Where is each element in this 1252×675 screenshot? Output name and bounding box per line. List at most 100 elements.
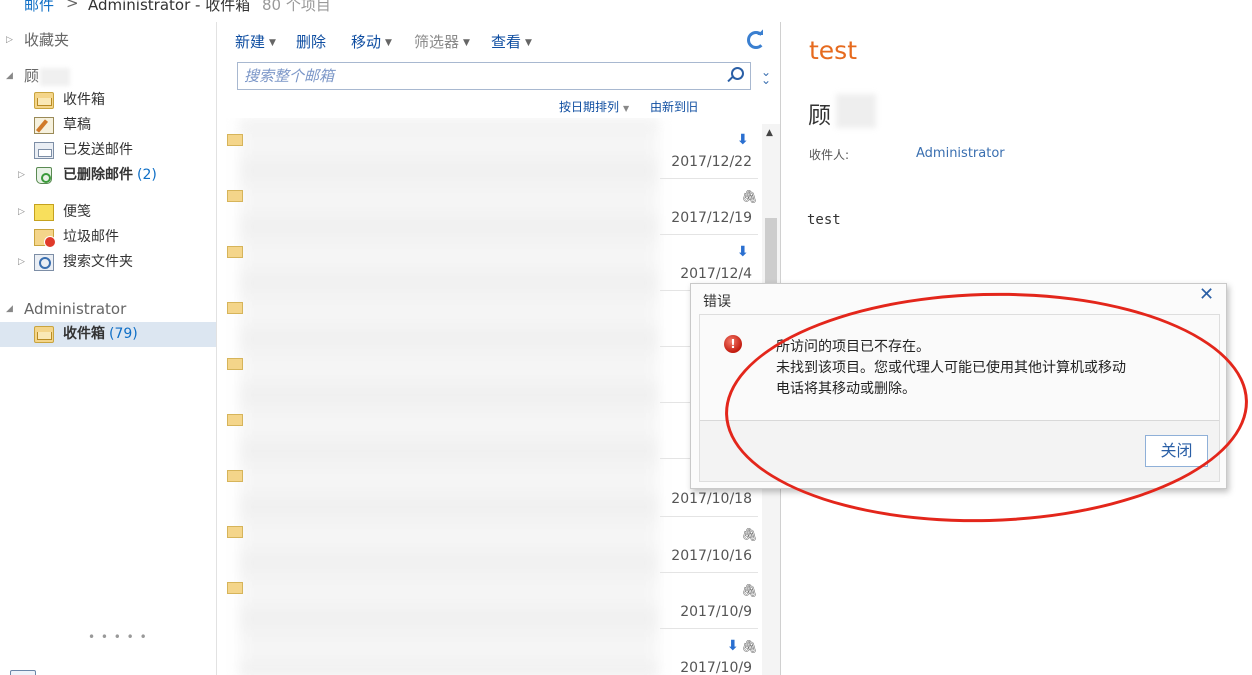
move-button[interactable]: 移动 ▼ <box>351 31 392 52</box>
caret-down-icon: ▼ <box>463 38 470 48</box>
admin-label: Administrator <box>24 300 127 318</box>
recipient-value[interactable]: Administrator <box>916 146 1005 161</box>
folder-search[interactable]: ▷ 搜索文件夹 <box>0 250 216 275</box>
error-dialog: 错误 ✕ ! 所访问的项目已不存在。 未找到该项目。您或代理人可能已使用其他计算… <box>690 283 1227 489</box>
folder-notes[interactable]: ▷ 便笺 <box>0 200 216 225</box>
dialog-message-area: ! 所访问的项目已不存在。 未找到该项目。您或代理人可能已使用其他计算机或移动 … <box>700 315 1219 421</box>
caret-down-icon: ▼ <box>623 104 630 113</box>
account-header[interactable]: ◢ 顾 <box>0 64 216 89</box>
error-message: 所访问的项目已不存在。 未找到该项目。您或代理人可能已使用其他计算机或移动 电话… <box>776 337 1206 400</box>
attachment-icon: 🖇 <box>741 584 758 599</box>
message-date: 2017/12/19 <box>671 210 752 226</box>
expand-triangle-icon[interactable]: ▷ <box>18 250 25 275</box>
redacted-name <box>40 68 70 86</box>
dialog-body: ! 所访问的项目已不存在。 未找到该项目。您或代理人可能已使用其他计算机或移动 … <box>699 314 1220 482</box>
caret-down-icon: ▼ <box>385 38 392 48</box>
close-icon[interactable]: ✕ <box>1199 284 1214 305</box>
folder-label: 收件箱 (79) <box>63 326 138 342</box>
inbox-folder-icon <box>34 326 54 343</box>
new-button[interactable]: 新建 ▼ <box>235 31 276 52</box>
message-envelope-icon <box>227 526 243 538</box>
folder-label: 已发送邮件 <box>63 142 133 158</box>
folder-drafts[interactable]: 草稿 <box>0 113 216 138</box>
folder-sent[interactable]: 已发送邮件 <box>0 138 216 163</box>
row-divider <box>660 234 758 235</box>
folder-junk[interactable]: 垃圾邮件 <box>0 225 216 250</box>
mail-module-button[interactable]: 邮件 <box>0 664 216 675</box>
folder-navigation: ▷ 收藏夹 ◢ 顾 收件箱 草稿 已发送邮件 ▷ 已删除邮件 (2) ▷ 便笺 … <box>0 22 216 675</box>
message-date: 2017/10/9 <box>680 660 752 675</box>
search-icon[interactable] <box>731 67 744 80</box>
dialog-title: 错误 <box>703 294 731 310</box>
download-arrow-icon: ⬇ <box>727 638 739 654</box>
expand-triangle-icon[interactable]: ▷ <box>18 163 25 188</box>
folder-label: 已删除邮件 (2) <box>63 167 157 183</box>
message-date: 2017/12/22 <box>671 154 752 170</box>
folder-label: 搜索文件夹 <box>63 254 133 270</box>
close-button[interactable]: 关闭 <box>1145 435 1208 467</box>
mail-envelope-icon <box>10 670 36 675</box>
collapse-triangle-icon[interactable]: ◢ <box>6 64 13 89</box>
message-envelope-icon <box>227 358 243 370</box>
attachment-icon: 🖇 <box>741 528 758 543</box>
message-envelope-icon <box>227 470 243 482</box>
folder-label: 便笺 <box>63 204 91 220</box>
favorites-label: 收藏夹 <box>24 31 70 49</box>
message-subject: test <box>809 36 858 65</box>
favorites-header[interactable]: ▷ 收藏夹 <box>0 28 216 53</box>
error-message-line: 所访问的项目已不存在。 <box>776 339 930 355</box>
blurred-message-content <box>239 118 659 675</box>
sent-items-icon <box>34 142 54 159</box>
expand-search-icon[interactable]: ⌄ ⌄ <box>761 66 771 86</box>
inbox-folder-icon <box>34 92 54 109</box>
search-input[interactable] <box>244 66 714 86</box>
message-envelope-icon <box>227 582 243 594</box>
filter-button[interactable]: 筛选器 ▼ <box>414 31 470 52</box>
folder-label: 草稿 <box>63 117 91 133</box>
message-envelope-icon <box>227 190 243 202</box>
delete-button[interactable]: 删除 <box>296 31 326 52</box>
row-divider <box>660 178 758 179</box>
download-arrow-icon: ⬇ <box>737 244 749 260</box>
sort-by-date-button[interactable]: 按日期排列 ▼ <box>559 98 629 115</box>
folder-deleted[interactable]: ▷ 已删除邮件 (2) <box>0 163 216 188</box>
error-message-line: 电话将其移动或删除。 <box>776 381 916 397</box>
breadcrumb-title: Administrator - 收件箱 <box>88 0 251 14</box>
breadcrumb-separator: > <box>66 0 79 12</box>
sort-order-button[interactable]: 由新到旧 <box>650 98 698 115</box>
message-sender[interactable]: 顾 <box>808 96 831 130</box>
more-dots[interactable]: • • • • • <box>88 630 148 644</box>
folder-inbox[interactable]: 收件箱 <box>0 88 216 113</box>
caret-down-icon: ▼ <box>269 38 276 48</box>
redacted-sender <box>836 94 876 128</box>
folder-admin-inbox[interactable]: 收件箱 (79) <box>0 322 216 347</box>
refresh-icon[interactable] <box>747 31 765 49</box>
search-folder-icon <box>34 254 54 271</box>
view-button[interactable]: 查看 ▼ <box>491 31 532 52</box>
expand-triangle-icon[interactable]: ▷ <box>6 28 13 53</box>
message-date: 2017/10/9 <box>680 604 752 620</box>
expand-triangle-icon[interactable]: ▷ <box>18 200 25 225</box>
message-body: test <box>807 212 841 228</box>
junk-mail-icon <box>34 229 56 248</box>
search-box[interactable] <box>237 62 751 90</box>
scroll-up-arrow-icon[interactable]: ▲ <box>766 128 773 138</box>
breadcrumb-mail-link[interactable]: 邮件 <box>24 0 54 15</box>
row-divider <box>660 628 758 629</box>
drafts-icon <box>34 117 54 134</box>
folder-label: 收件箱 <box>63 92 105 108</box>
message-list: ⬇ 2017/12/22 🖇 2017/12/19 ⬇ 2017/12/4 2 … <box>217 118 760 675</box>
item-count: 80 个项目 <box>262 0 331 14</box>
owa-window: 邮件 > Administrator - 收件箱 80 个项目 ▷ 收藏夹 ◢ … <box>0 0 1252 675</box>
attachment-icon: 🖇 <box>741 190 758 205</box>
message-date: 2017/10/16 <box>671 548 752 564</box>
download-arrow-icon: ⬇ <box>737 132 749 148</box>
message-envelope-icon <box>227 246 243 258</box>
error-icon: ! <box>724 335 742 353</box>
message-envelope-icon <box>227 302 243 314</box>
collapse-triangle-icon[interactable]: ◢ <box>6 297 13 322</box>
account-name: 顾 <box>24 67 40 85</box>
admin-mailbox-header[interactable]: ◢ Administrator <box>0 297 216 322</box>
unread-count: (79) <box>109 326 138 342</box>
message-envelope-icon <box>227 414 243 426</box>
